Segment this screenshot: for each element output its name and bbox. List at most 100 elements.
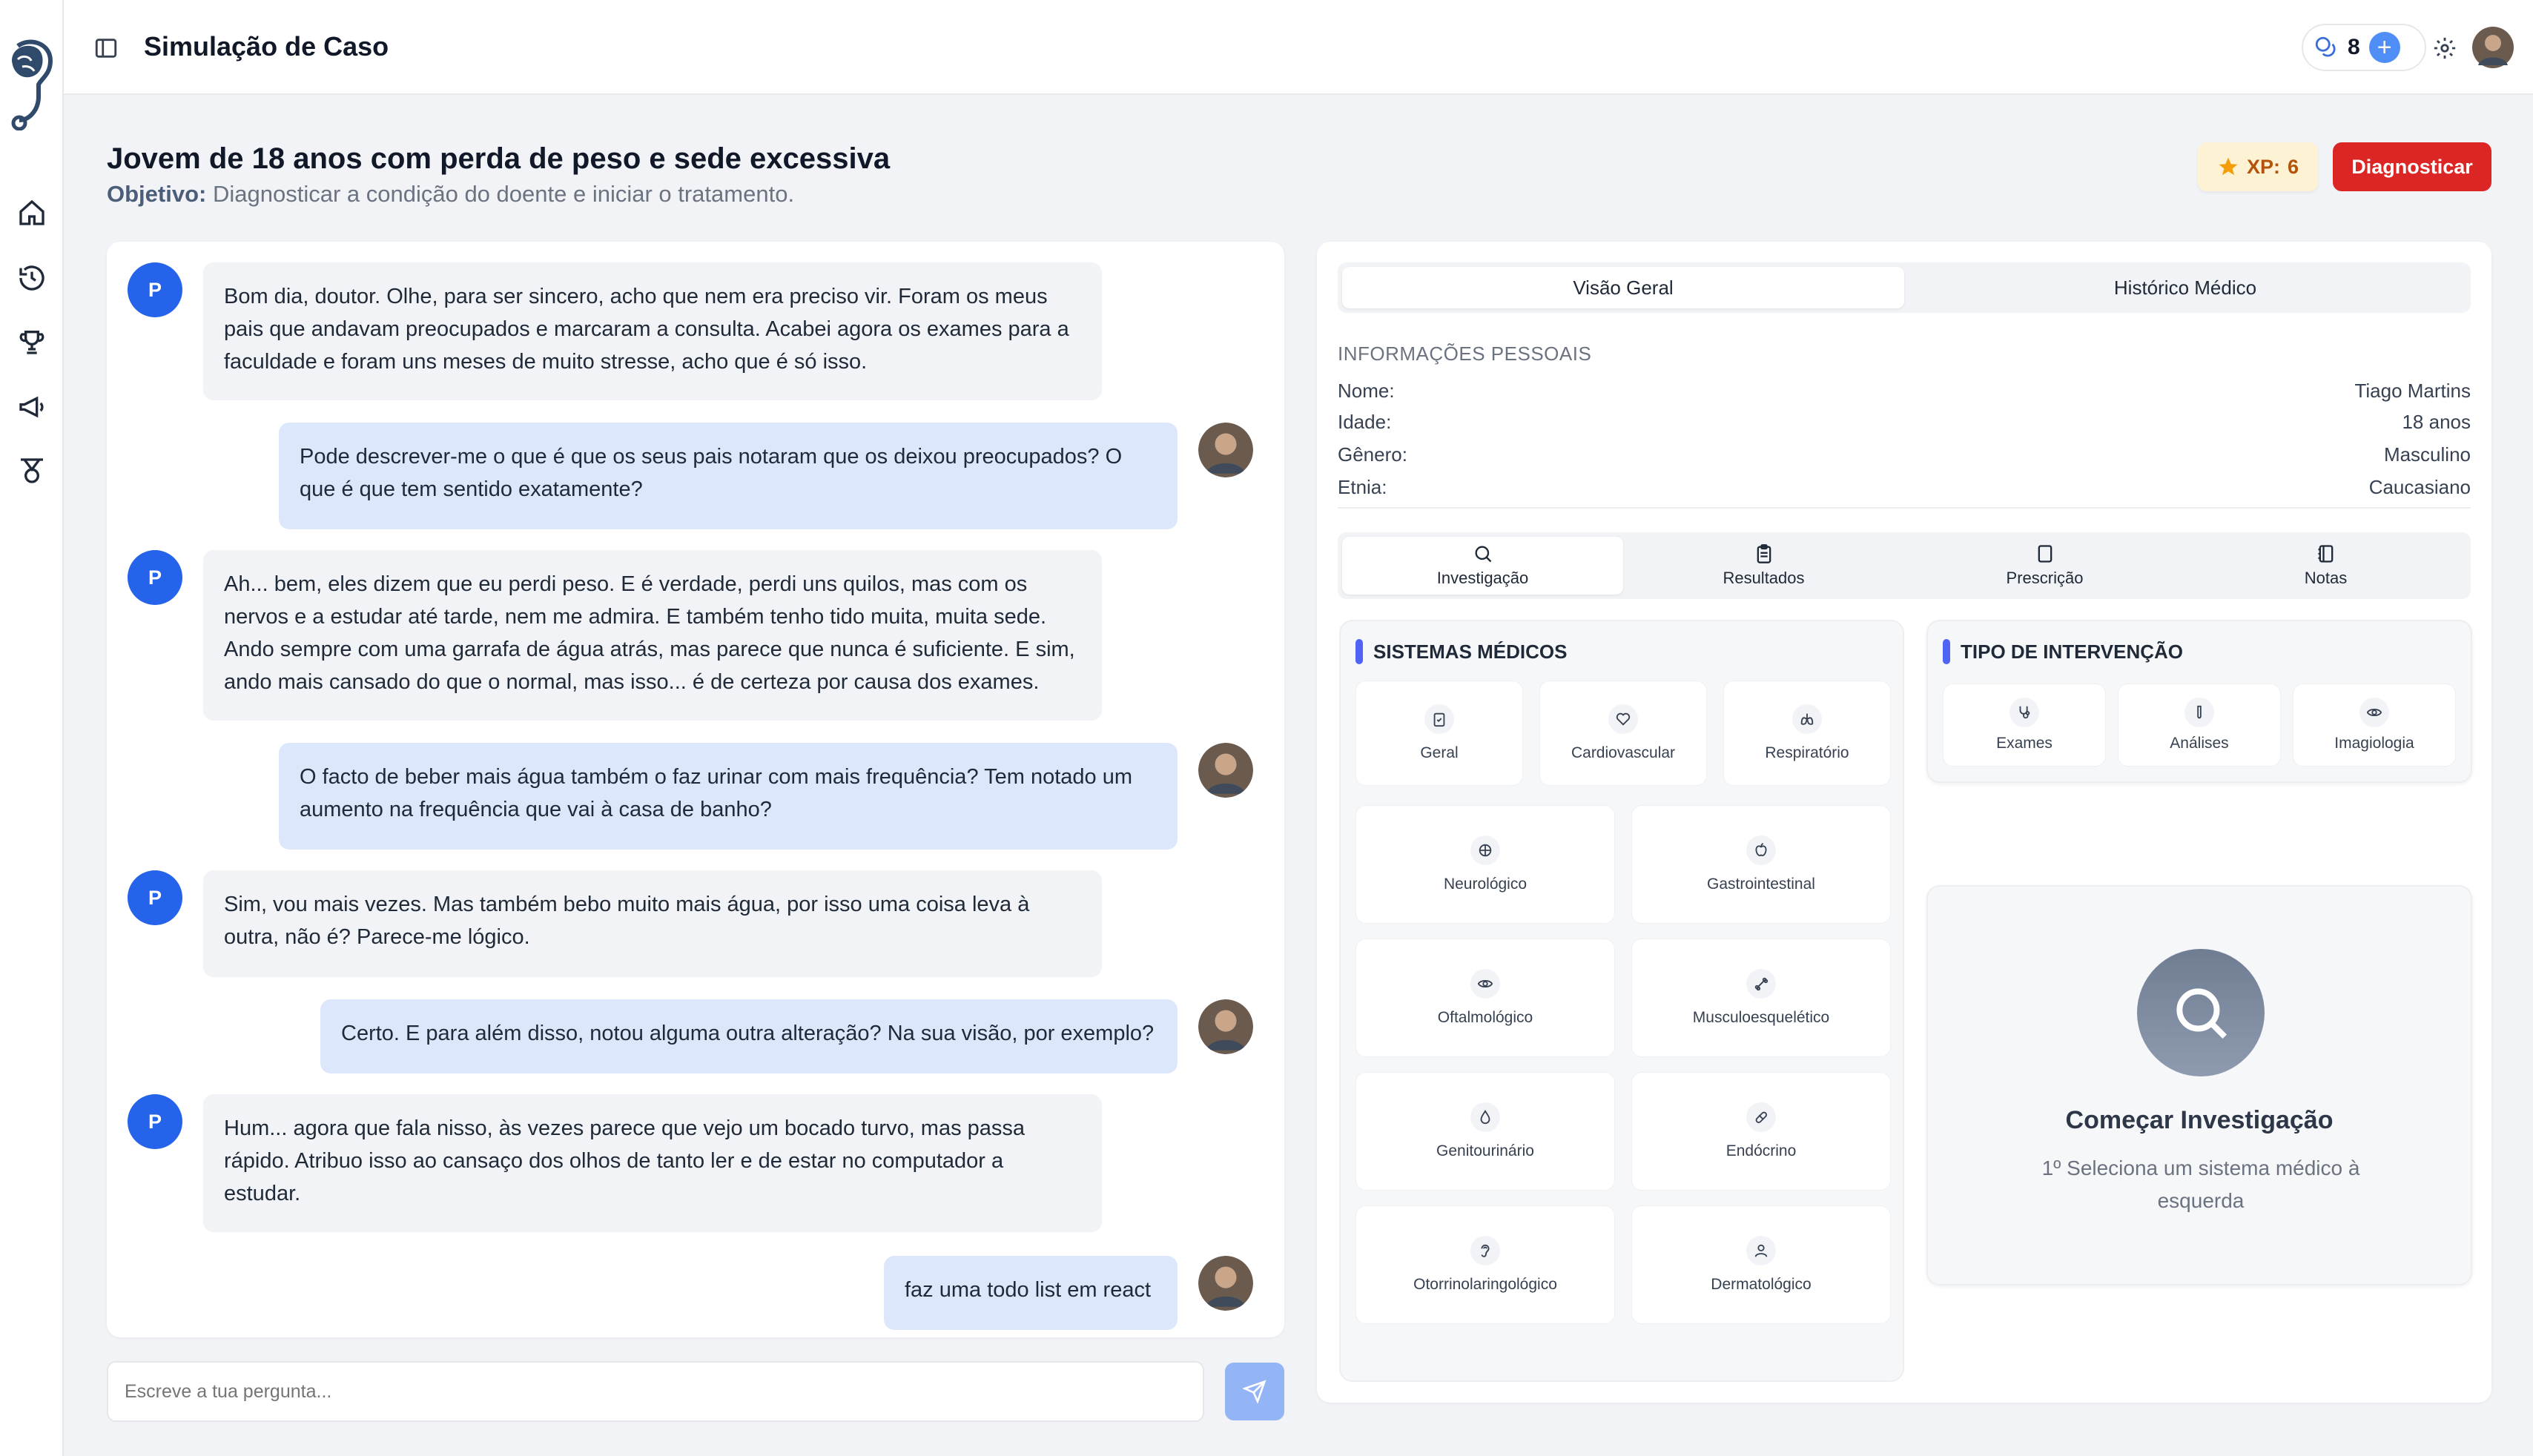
system-gastrointestinal-button[interactable]: Gastrointestinal [1631, 805, 1891, 924]
info-row-ethnicity: Etnia: Caucasiano [1338, 476, 2471, 499]
info-row-age: Idade: 18 anos [1338, 411, 2471, 434]
tab-notes[interactable]: Notas [2185, 537, 2466, 595]
doctor-message: faz uma todo list em react [884, 1256, 1178, 1330]
info-value: Caucasiano [2368, 476, 2471, 498]
system-ent-button[interactable]: Otorrinolaringológico [1355, 1205, 1615, 1324]
megaphone-icon[interactable] [16, 391, 47, 423]
sub-tab-label: Resultados [1723, 569, 1805, 587]
system-endocrine-button[interactable]: Endócrino [1631, 1072, 1891, 1191]
heading-accent-bar [1355, 639, 1363, 664]
home-icon[interactable] [16, 197, 47, 228]
patient-message: Ah... bem, eles dizem que eu perdi peso.… [203, 550, 1102, 721]
sub-tab-label: Notas [2304, 569, 2348, 587]
tab-prescription[interactable]: Prescrição [1904, 537, 2185, 595]
send-button[interactable] [1225, 1363, 1284, 1420]
system-label: Otorrinolaringológico [1413, 1276, 1557, 1293]
system-musculoskeletal-button[interactable]: Musculoesquelético [1631, 939, 1891, 1057]
intervention-title: TIPO DE INTERVENÇÃO [1961, 640, 2184, 663]
system-genitourinary-button[interactable]: Genitourinário [1355, 1072, 1615, 1191]
star-icon [2219, 157, 2238, 176]
main-tabs: Visão Geral Histórico Médico [1338, 262, 2471, 313]
ear-icon [1470, 1236, 1500, 1265]
top-bar: Simulação de Caso 8 + [64, 0, 2533, 95]
question-input[interactable] [107, 1361, 1204, 1422]
system-label: Genitourinário [1436, 1142, 1534, 1159]
patient-message: Sim, vou mais vezes. Mas também bebo mui… [203, 870, 1102, 977]
intervention-analyses-button[interactable]: Análises [2118, 684, 2281, 767]
sub-tabs: Investigação Resultados Prescrição Notas [1338, 532, 2471, 599]
intervention-exams-button[interactable]: Exames [1943, 684, 2106, 767]
system-label: Dermatológico [1711, 1276, 1812, 1293]
system-label: Oftalmológico [1437, 1009, 1533, 1026]
system-label: Gastrointestinal [1707, 876, 1815, 893]
credits-pill[interactable]: 8 + [2302, 24, 2426, 71]
info-value: Tiago Martins [2354, 380, 2471, 402]
info-value: Masculino [2383, 443, 2471, 466]
xp-badge: XP: 6 [2198, 142, 2318, 191]
system-label: Geral [1420, 744, 1459, 761]
history-icon[interactable] [16, 262, 47, 294]
system-dermatology-button[interactable]: Dermatológico [1631, 1205, 1891, 1324]
system-label: Musculoesquelético [1692, 1009, 1830, 1026]
medical-systems-card: SISTEMAS MÉDICOS Geral Cardiovascular Re… [1339, 620, 1904, 1382]
clipboard-icon [1757, 544, 1771, 563]
apple-icon [1746, 835, 1776, 865]
heading-accent-bar [1943, 639, 1950, 664]
system-cardiovascular-button[interactable]: Cardiovascular [1539, 681, 1707, 786]
doctor-avatar [1198, 423, 1253, 477]
chat-panel[interactable]: P Bom dia, doutor. Olhe, para ser sincer… [107, 242, 1284, 1337]
doctor-avatar [1198, 999, 1253, 1054]
search-icon [1475, 546, 1491, 563]
user-avatar[interactable] [2472, 27, 2514, 68]
system-neurological-button[interactable]: Neurológico [1355, 805, 1615, 924]
start-investigation-hint: 1º Seleciona um sistema médico à esquerd… [2041, 1156, 2360, 1212]
system-respiratory-button[interactable]: Respiratório [1723, 681, 1891, 786]
tab-results[interactable]: Resultados [1623, 537, 1904, 595]
add-credits-button[interactable]: + [2368, 32, 2400, 63]
lungs-icon [1792, 704, 1822, 734]
intervention-type-card: TIPO DE INTERVENÇÃO Exames Análises Imag… [1926, 620, 2472, 783]
droplet-icon [1470, 1102, 1500, 1132]
objective-text: Diagnosticar a condição do doente e inic… [212, 181, 795, 207]
tab-overview[interactable]: Visão Geral [1342, 267, 1904, 308]
left-rail [0, 0, 64, 1456]
pill-icon [1746, 1102, 1776, 1132]
info-label: Etnia: [1338, 476, 1387, 498]
brain-stethoscope-logo[interactable] [7, 39, 56, 131]
test-tube-icon [2184, 698, 2214, 727]
system-ophthalmology-button[interactable]: Oftalmológico [1355, 939, 1615, 1057]
sidebar-toggle-icon[interactable] [93, 36, 119, 61]
medical-systems-title: SISTEMAS MÉDICOS [1373, 640, 1568, 663]
system-label: Respiratório [1765, 744, 1849, 761]
tab-investigation[interactable]: Investigação [1342, 537, 1623, 595]
doctor-message: O facto de beber mais água também o faz … [279, 743, 1178, 850]
xp-label: XP: [2246, 155, 2280, 178]
intervention-label: Imagiologia [2334, 735, 2414, 752]
patient-message: Hum... agora que fala nisso, às vezes pa… [203, 1094, 1102, 1232]
patient-avatar: P [128, 262, 182, 317]
medal-icon[interactable] [16, 455, 47, 486]
info-row-gender: Gênero: Masculino [1338, 443, 2471, 466]
info-label: Gênero: [1338, 443, 1407, 466]
diagnose-button[interactable]: Diagnosticar [2333, 142, 2491, 191]
xp-value: 6 [2287, 155, 2299, 178]
tab-medical-history[interactable]: Histórico Médico [1904, 267, 2466, 308]
trophy-icon[interactable] [16, 326, 47, 357]
intervention-label: Exames [1996, 735, 2053, 752]
bone-icon [1746, 969, 1776, 999]
sub-tab-label: Prescrição [2006, 569, 2084, 587]
sub-tab-label: Investigação [1436, 569, 1529, 587]
gear-icon[interactable] [2432, 36, 2457, 61]
personal-info-heading: INFORMAÇÕES PESSOAIS [1338, 343, 1592, 365]
clipboard-icon [1424, 704, 1454, 734]
intervention-imaging-button[interactable]: Imagiologia [2293, 684, 2456, 767]
system-general-button[interactable]: Geral [1355, 681, 1523, 786]
case-info-panel: Visão Geral Histórico Médico INFORMAÇÕES… [1317, 242, 2491, 1403]
heart-icon [1608, 704, 1638, 734]
system-label: Endócrino [1725, 1142, 1797, 1159]
case-objective: Objetivo: Diagnosticar a condição do doe… [107, 181, 794, 208]
app-title: Simulação de Caso [144, 31, 389, 62]
patient-avatar: P [128, 870, 182, 925]
divider [1338, 507, 2471, 509]
info-label: Nome: [1338, 380, 1395, 402]
